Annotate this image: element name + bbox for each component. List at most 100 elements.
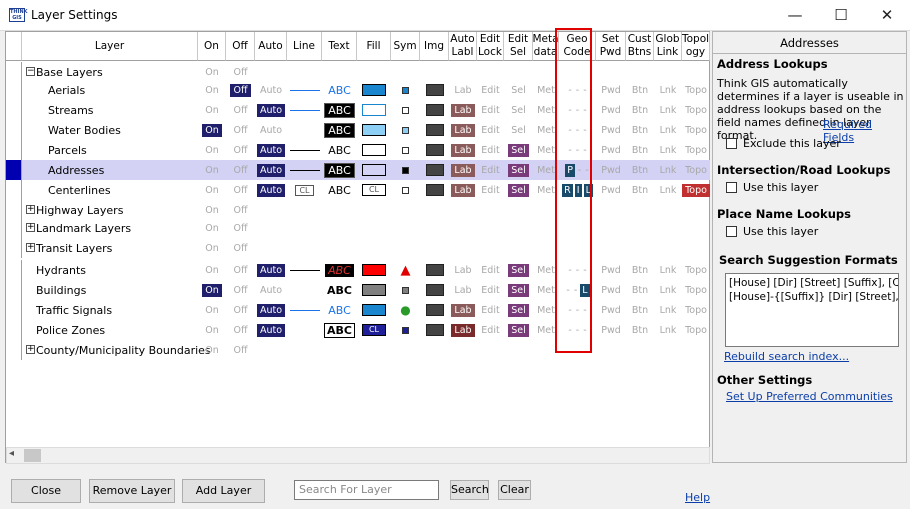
edit-select-toggle[interactable]: Sel (504, 300, 533, 320)
text-style[interactable]: ABC (322, 260, 357, 280)
column-header-on[interactable]: On (198, 32, 226, 61)
symbol-style[interactable] (391, 160, 420, 180)
image-toggle[interactable] (420, 320, 449, 340)
edit-select-toggle[interactable]: Sel (504, 320, 533, 340)
on-toggle[interactable]: On (198, 320, 226, 340)
set-password-toggle[interactable]: Pwd (596, 100, 626, 120)
edit-lock-toggle[interactable]: Edit (477, 280, 504, 300)
image-toggle[interactable] (420, 160, 449, 180)
line-style[interactable] (287, 260, 322, 280)
on-toggle[interactable]: On (198, 300, 226, 320)
line-style[interactable] (287, 280, 322, 300)
search-suggestion-formats-textarea[interactable]: [House] [Dir] [Street] [Suffix], [Co [Ho… (725, 273, 899, 347)
text-style[interactable]: ABC (322, 140, 357, 160)
fill-style[interactable] (357, 260, 391, 280)
line-style[interactable] (287, 320, 322, 340)
auto-toggle[interactable]: Auto (255, 180, 287, 200)
text-style[interactable]: ABC (322, 160, 357, 180)
layer-row[interactable]: + Highway Layers On Off (6, 200, 710, 220)
set-password-toggle[interactable]: Pwd (596, 260, 626, 280)
column-header-text[interactable]: Text (322, 32, 357, 61)
custom-buttons-toggle[interactable]: Btn (626, 300, 654, 320)
auto-toggle[interactable]: Auto (255, 300, 287, 320)
global-link-toggle[interactable]: Lnk (654, 100, 682, 120)
on-toggle[interactable]: On (198, 280, 226, 300)
scroll-left-icon[interactable]: ◂ (9, 448, 14, 459)
edit-lock-toggle[interactable]: Edit (477, 260, 504, 280)
topology-toggle[interactable]: Topo (682, 280, 710, 300)
fill-style[interactable] (357, 140, 391, 160)
layer-row[interactable]: Traffic Signals On Off Auto ABC ● Lab Edit Sel Me… (6, 300, 710, 320)
column-header-auto[interactable]: Auto (255, 32, 287, 61)
topology-toggle[interactable]: Topo (682, 160, 710, 180)
expand-toggle-icon[interactable]: + (26, 223, 35, 232)
line-style[interactable] (287, 120, 322, 140)
edit-select-toggle[interactable]: Sel (504, 180, 533, 200)
text-style[interactable]: ABC (322, 320, 357, 340)
preferred-communities-link[interactable]: Set Up Preferred Communities (726, 390, 893, 403)
expand-toggle-icon[interactable]: − (26, 67, 35, 76)
expand-toggle-icon[interactable]: + (26, 243, 35, 252)
topology-toggle[interactable]: Topo (682, 80, 710, 100)
symbol-style[interactable] (391, 80, 420, 100)
help-link[interactable]: Help (685, 491, 710, 504)
add-layer-button[interactable]: Add Layer (182, 479, 265, 503)
column-header-img[interactable]: Img (420, 32, 449, 61)
column-header-line[interactable]: Line (287, 32, 322, 61)
edit-lock-toggle[interactable]: Edit (477, 300, 504, 320)
row-selector[interactable] (6, 340, 22, 360)
off-toggle[interactable]: Off (226, 340, 255, 360)
edit-lock-toggle[interactable]: Edit (477, 80, 504, 100)
auto-toggle[interactable]: Auto (255, 160, 287, 180)
on-toggle[interactable]: On (198, 218, 226, 238)
edit-select-toggle[interactable]: Sel (504, 120, 533, 140)
edit-lock-toggle[interactable]: Edit (477, 180, 504, 200)
on-toggle[interactable]: On (198, 160, 226, 180)
text-style[interactable]: ABC (322, 300, 357, 320)
symbol-style[interactable] (391, 320, 420, 340)
text-style[interactable]: ABC (322, 180, 357, 200)
column-header-setpwd[interactable]: Set Pwd (596, 32, 626, 61)
symbol-style[interactable]: ● (391, 300, 420, 320)
off-toggle[interactable]: Off (226, 160, 255, 180)
edit-select-toggle[interactable]: Sel (504, 260, 533, 280)
on-toggle[interactable]: On (198, 120, 226, 140)
line-style[interactable] (287, 140, 322, 160)
fill-style[interactable] (357, 120, 391, 140)
edit-select-toggle[interactable]: Sel (504, 140, 533, 160)
layer-row[interactable]: Hydrants On Off Auto ABC ▲ Lab Edit Sel Met - - - Pwd… (6, 260, 710, 280)
off-toggle[interactable]: Off (226, 280, 255, 300)
layer-row[interactable]: Addresses On Off Auto ABC Lab Edit Sel Met P - - Pwd… (6, 160, 710, 180)
symbol-style[interactable] (391, 180, 420, 200)
auto-label-toggle[interactable]: Lab (449, 300, 477, 320)
line-style[interactable] (287, 80, 322, 100)
global-link-toggle[interactable]: Lnk (654, 140, 682, 160)
global-link-toggle[interactable]: Lnk (654, 80, 682, 100)
row-selector[interactable] (6, 80, 22, 100)
off-toggle[interactable]: Off (226, 260, 255, 280)
auto-toggle[interactable]: Auto (255, 260, 287, 280)
close-window-button[interactable]: ✕ (864, 0, 910, 31)
topology-toggle[interactable]: Topo (682, 120, 710, 140)
line-style[interactable] (287, 100, 322, 120)
custom-buttons-toggle[interactable]: Btn (626, 180, 654, 200)
fill-style[interactable] (357, 280, 391, 300)
edit-select-toggle[interactable]: Sel (504, 80, 533, 100)
auto-label-toggle[interactable]: Lab (449, 80, 477, 100)
symbol-style[interactable] (391, 100, 420, 120)
auto-toggle[interactable]: Auto (255, 280, 287, 300)
off-toggle[interactable]: Off (226, 180, 255, 200)
global-link-toggle[interactable]: Lnk (654, 280, 682, 300)
row-selector[interactable] (6, 320, 22, 340)
line-style[interactable] (287, 160, 322, 180)
layer-row[interactable]: Buildings On Off Auto ABC Lab Edit Sel Met - - L Pwd… (6, 280, 710, 300)
custom-buttons-toggle[interactable]: Btn (626, 80, 654, 100)
symbol-style[interactable] (391, 140, 420, 160)
row-selector[interactable] (6, 218, 22, 238)
row-selector[interactable] (6, 260, 22, 280)
image-toggle[interactable] (420, 140, 449, 160)
column-header-custbtns[interactable]: Cust Btns (626, 32, 654, 61)
off-toggle[interactable]: Off (226, 238, 255, 258)
row-selector[interactable] (6, 120, 22, 140)
fill-style[interactable]: CL (357, 180, 391, 200)
